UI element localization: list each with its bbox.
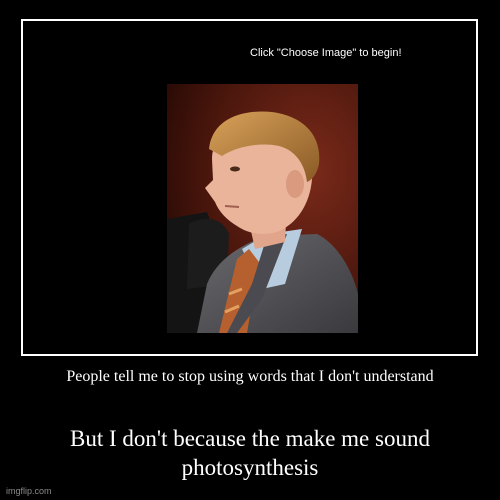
imgflip-watermark: imgflip.com (6, 486, 52, 496)
meme-photo (167, 84, 358, 333)
top-caption: People tell me to stop using words that … (66, 368, 434, 385)
choose-image-instruction: Click "Choose Image" to begin! (250, 47, 402, 59)
meme-canvas: Click "Choose Image" to begin! People te… (0, 0, 500, 500)
photo-illustration (167, 84, 358, 333)
bottom-caption: But I don't because the make me sound ph… (70, 426, 430, 480)
